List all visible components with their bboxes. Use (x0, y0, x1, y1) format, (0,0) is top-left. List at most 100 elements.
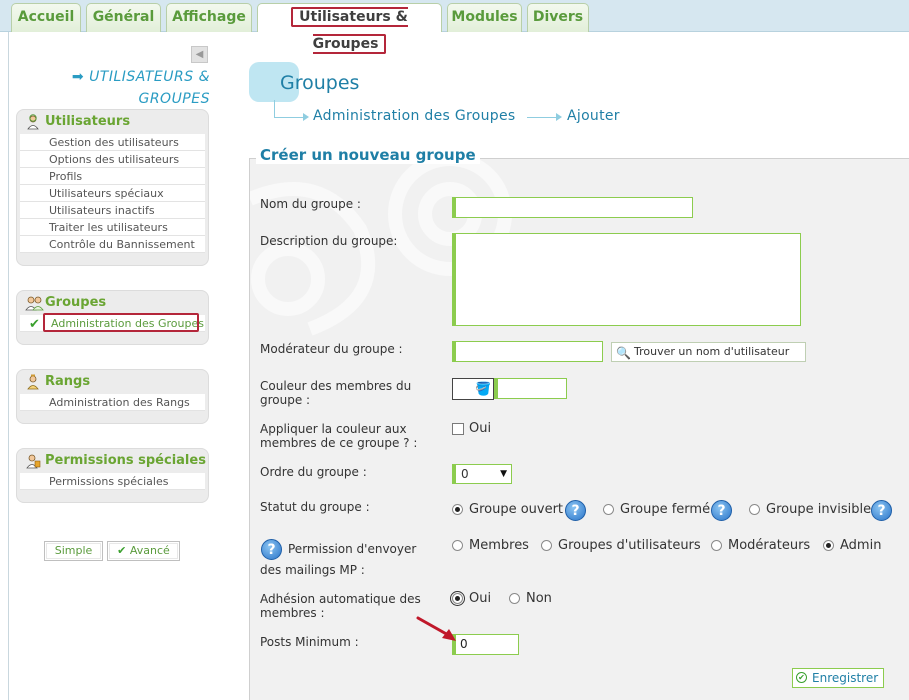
paint-bucket-icon: 🪣 (475, 382, 492, 397)
tab-divers[interactable]: Divers (527, 3, 589, 32)
label-line: membres de ce groupe ? : (260, 436, 418, 450)
mailing-radio-user-groups[interactable] (541, 540, 552, 551)
mailing-radio-moderators[interactable] (711, 540, 722, 551)
red-arrow-annotation-icon (416, 616, 456, 641)
users-icon (25, 114, 41, 139)
help-icon[interactable]: ? (711, 500, 732, 521)
group-order-label: Ordre du groupe : (260, 465, 367, 479)
menu-header-ranks: Rangs (17, 370, 208, 394)
tab-label: Général (92, 9, 155, 25)
group-description-label: Description du groupe: (260, 234, 398, 248)
sidebar-menu-users: Utilisateurs Gestion des utilisateurs Op… (16, 109, 209, 266)
tab-modules[interactable]: Modules (447, 3, 522, 32)
tab-label: Divers (532, 9, 584, 25)
help-icon[interactable]: ? (261, 539, 282, 560)
checkmark-icon: ✔ (29, 317, 40, 332)
auto-join-label: Adhésion automatique des membres : (260, 592, 421, 620)
heading-line-1: UTILISATEURS & (89, 69, 210, 85)
menu-items-ranks: Administration des Rangs (20, 394, 205, 411)
mailing-option-moderators: Modérateurs (728, 538, 811, 553)
label-line: groupe : (260, 393, 311, 407)
menu-title: Groupes (45, 295, 107, 310)
group-moderator-input[interactable] (452, 341, 603, 362)
tab-utilisateurs-groupes[interactable]: Utilisateurs & Groupes (257, 3, 442, 54)
status-radio-open[interactable] (452, 504, 463, 515)
menu-header-groups: Groupes (17, 291, 208, 315)
status-radio-closed[interactable] (603, 504, 614, 515)
sidebar-item-utilisateurs-inactifs[interactable]: Utilisateurs inactifs (20, 202, 205, 219)
help-icon[interactable]: ? (871, 500, 892, 521)
auto-join-radio-yes[interactable] (450, 591, 465, 606)
simple-mode-button[interactable]: Simple (44, 541, 103, 561)
permissions-icon (25, 453, 41, 478)
help-icon[interactable]: ? (565, 500, 586, 521)
mailing-option-admin: Admin (840, 538, 882, 553)
min-posts-input[interactable]: 0 (452, 634, 519, 655)
group-name-label: Nom du groupe : (260, 197, 361, 211)
sidebar-menu-ranks: Rangs Administration des Rangs (16, 369, 209, 424)
menu-items-users: Gestion des utilisateurs Options des uti… (20, 134, 205, 253)
advanced-mode-button[interactable]: ✔ Avancé (107, 541, 180, 561)
auto-join-option-no: Non (526, 591, 552, 606)
apply-color-option-label: Oui (469, 421, 492, 436)
sidebar-item-gestion-utilisateurs[interactable]: Gestion des utilisateurs (20, 134, 205, 151)
arrow-right-icon: ➡ (71, 69, 85, 85)
mailing-permission-label-line2: des mailings MP : (260, 563, 365, 577)
label-line: Appliquer la couleur aux (260, 422, 407, 436)
breadcrumb-connector (274, 100, 275, 117)
group-name-input[interactable] (452, 197, 693, 218)
group-description-textarea[interactable] (452, 233, 801, 326)
heading-line-2: GROUPES (138, 91, 210, 107)
mailing-radio-members[interactable] (452, 540, 463, 551)
group-status-label: Statut du groupe : (260, 500, 370, 514)
menu-items-permissions: Permissions spéciales (20, 473, 205, 490)
tab-general[interactable]: Général (86, 3, 161, 32)
breadcrumb-item-administration[interactable]: Administration des Groupes (313, 108, 515, 124)
color-picker-button[interactable]: 🪣 (452, 378, 494, 400)
button-label: ✔ Avancé (109, 543, 178, 559)
advanced-label: Avancé (129, 544, 170, 557)
group-order-select[interactable]: 0 ▼ (452, 464, 512, 484)
button-label: Trouver un nom d'utilisateur (634, 345, 790, 358)
selected-value: 0 (461, 467, 469, 481)
sidebar-item-options-utilisateurs[interactable]: Options des utilisateurs (20, 151, 205, 168)
tab-label: Affichage (172, 9, 246, 25)
status-option-open: Groupe ouvert (469, 502, 564, 517)
apply-color-checkbox[interactable] (452, 423, 464, 435)
sidebar-menu-permissions: Permissions spéciales Permissions spécia… (16, 448, 209, 503)
auto-join-radio-no[interactable] (509, 593, 520, 604)
sidebar-item-permissions-speciales[interactable]: Permissions spéciales (20, 473, 205, 490)
tab-affichage[interactable]: Affichage (166, 3, 252, 32)
find-username-button[interactable]: 🔍 Trouver un nom d'utilisateur (611, 342, 806, 362)
button-label: Enregistrer (812, 671, 879, 685)
menu-title: Utilisateurs (45, 114, 131, 129)
save-button[interactable]: ✔ Enregistrer (792, 668, 884, 688)
highlight-frame (43, 313, 199, 332)
tab-accueil[interactable]: Accueil (11, 3, 81, 32)
mailing-radio-admin[interactable] (823, 540, 834, 551)
group-color-input[interactable] (494, 378, 567, 399)
tab-label: Modules (451, 9, 518, 25)
label-line: Couleur des membres du (260, 379, 412, 393)
sidebar-item-utilisateurs-speciaux[interactable]: Utilisateurs spéciaux (20, 185, 205, 202)
collapse-sidebar-button[interactable]: ◀ (191, 46, 208, 63)
sidebar-item-traiter-utilisateurs[interactable]: Traiter les utilisateurs (20, 219, 205, 236)
breadcrumb-item-ajouter: Ajouter (567, 108, 620, 124)
dropdown-arrow-icon: ▼ (500, 469, 507, 479)
checkmark-icon: ✔ (117, 544, 127, 557)
sidebar-item-administration-groupes[interactable]: ✔ Administration des Groupes (20, 313, 205, 332)
sidebar-item-administration-rangs[interactable]: Administration des Rangs (20, 394, 205, 411)
status-option-closed: Groupe fermé (620, 502, 711, 517)
sidebar-item-profils[interactable]: Profils (20, 168, 205, 185)
sidebar-section-heading: ➡ UTILISATEURS & GROUPES (40, 66, 210, 110)
menu-header-permissions: Permissions spéciales (17, 449, 208, 473)
tab-label: Accueil (17, 9, 75, 25)
sidebar-item-controle-bannissement[interactable]: Contrôle du Bannissement (20, 236, 205, 253)
mailing-permission-label-line1: Permission d'envoyer (288, 542, 417, 556)
status-radio-invisible[interactable] (749, 504, 760, 515)
label-line: membres : (260, 606, 325, 620)
group-moderator-label: Modérateur du groupe : (260, 342, 403, 356)
check-circle-icon: ✔ (796, 672, 807, 683)
page-title: Groupes (280, 72, 360, 94)
auto-join-option-yes: Oui (469, 591, 492, 606)
